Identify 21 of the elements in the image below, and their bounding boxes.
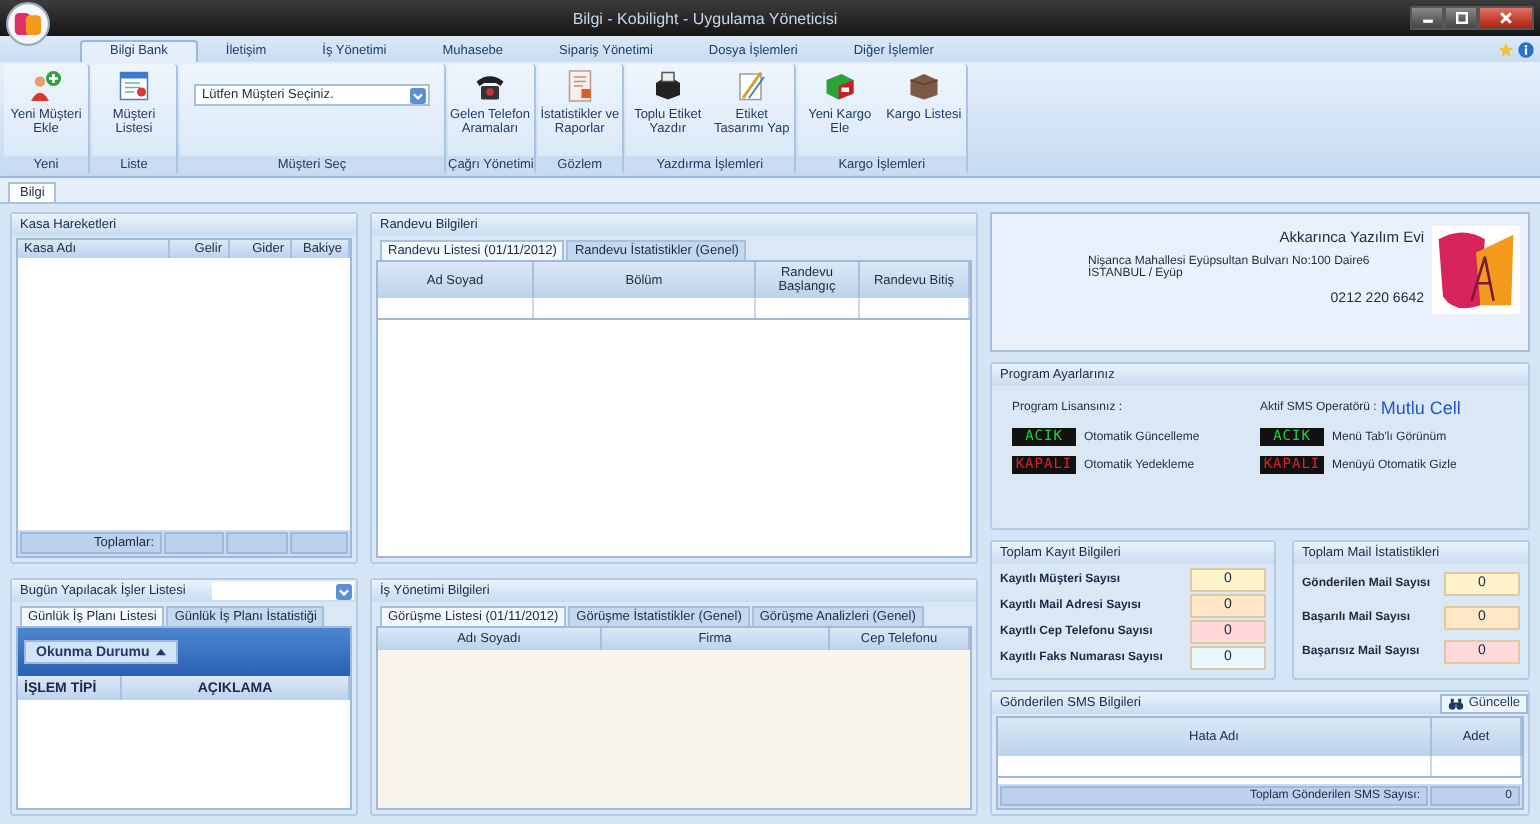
close-icon <box>1498 10 1514 26</box>
maximize-icon <box>1453 10 1469 26</box>
design-icon <box>733 68 770 104</box>
minimize-button[interactable] <box>1410 6 1444 30</box>
maximize-button[interactable] <box>1444 6 1478 30</box>
info-icon[interactable] <box>1518 42 1534 58</box>
sort-up-icon <box>155 648 166 656</box>
list-icon <box>116 68 152 104</box>
binoculars-icon <box>1448 697 1465 709</box>
app-logo-icon[interactable] <box>6 2 50 46</box>
logo-icon <box>1432 222 1520 318</box>
sms-operator-value: Mutlu Cell <box>1380 398 1461 418</box>
person-add-icon <box>28 68 64 104</box>
box-icon <box>905 68 942 104</box>
star-icon[interactable] <box>1498 42 1514 58</box>
task-filter-select[interactable] <box>212 582 354 600</box>
parcel-icon <box>821 68 858 104</box>
dropdown-icon <box>336 583 352 599</box>
close-button[interactable] <box>1478 6 1534 30</box>
window-title: Bilgi - Kobilight - Uygulama Yöneticisi <box>570 9 840 27</box>
dropdown-icon <box>410 87 426 103</box>
